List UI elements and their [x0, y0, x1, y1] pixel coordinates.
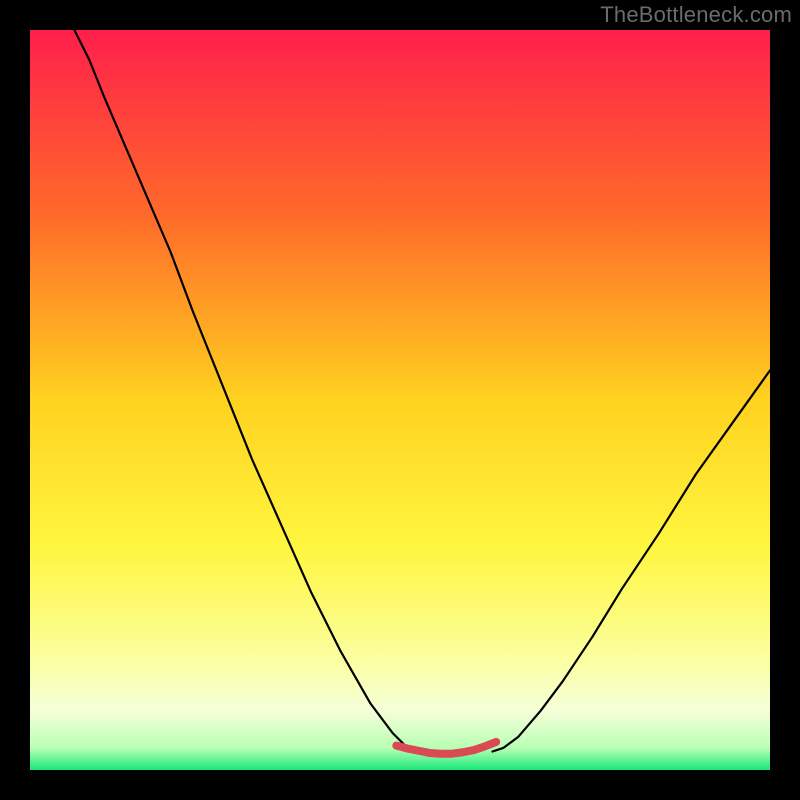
watermark-text: TheBottleneck.com — [600, 2, 792, 28]
chart-root: TheBottleneck.com — [0, 0, 800, 800]
plot-area — [30, 30, 770, 770]
chart-svg — [30, 30, 770, 770]
gradient-background — [30, 30, 770, 770]
